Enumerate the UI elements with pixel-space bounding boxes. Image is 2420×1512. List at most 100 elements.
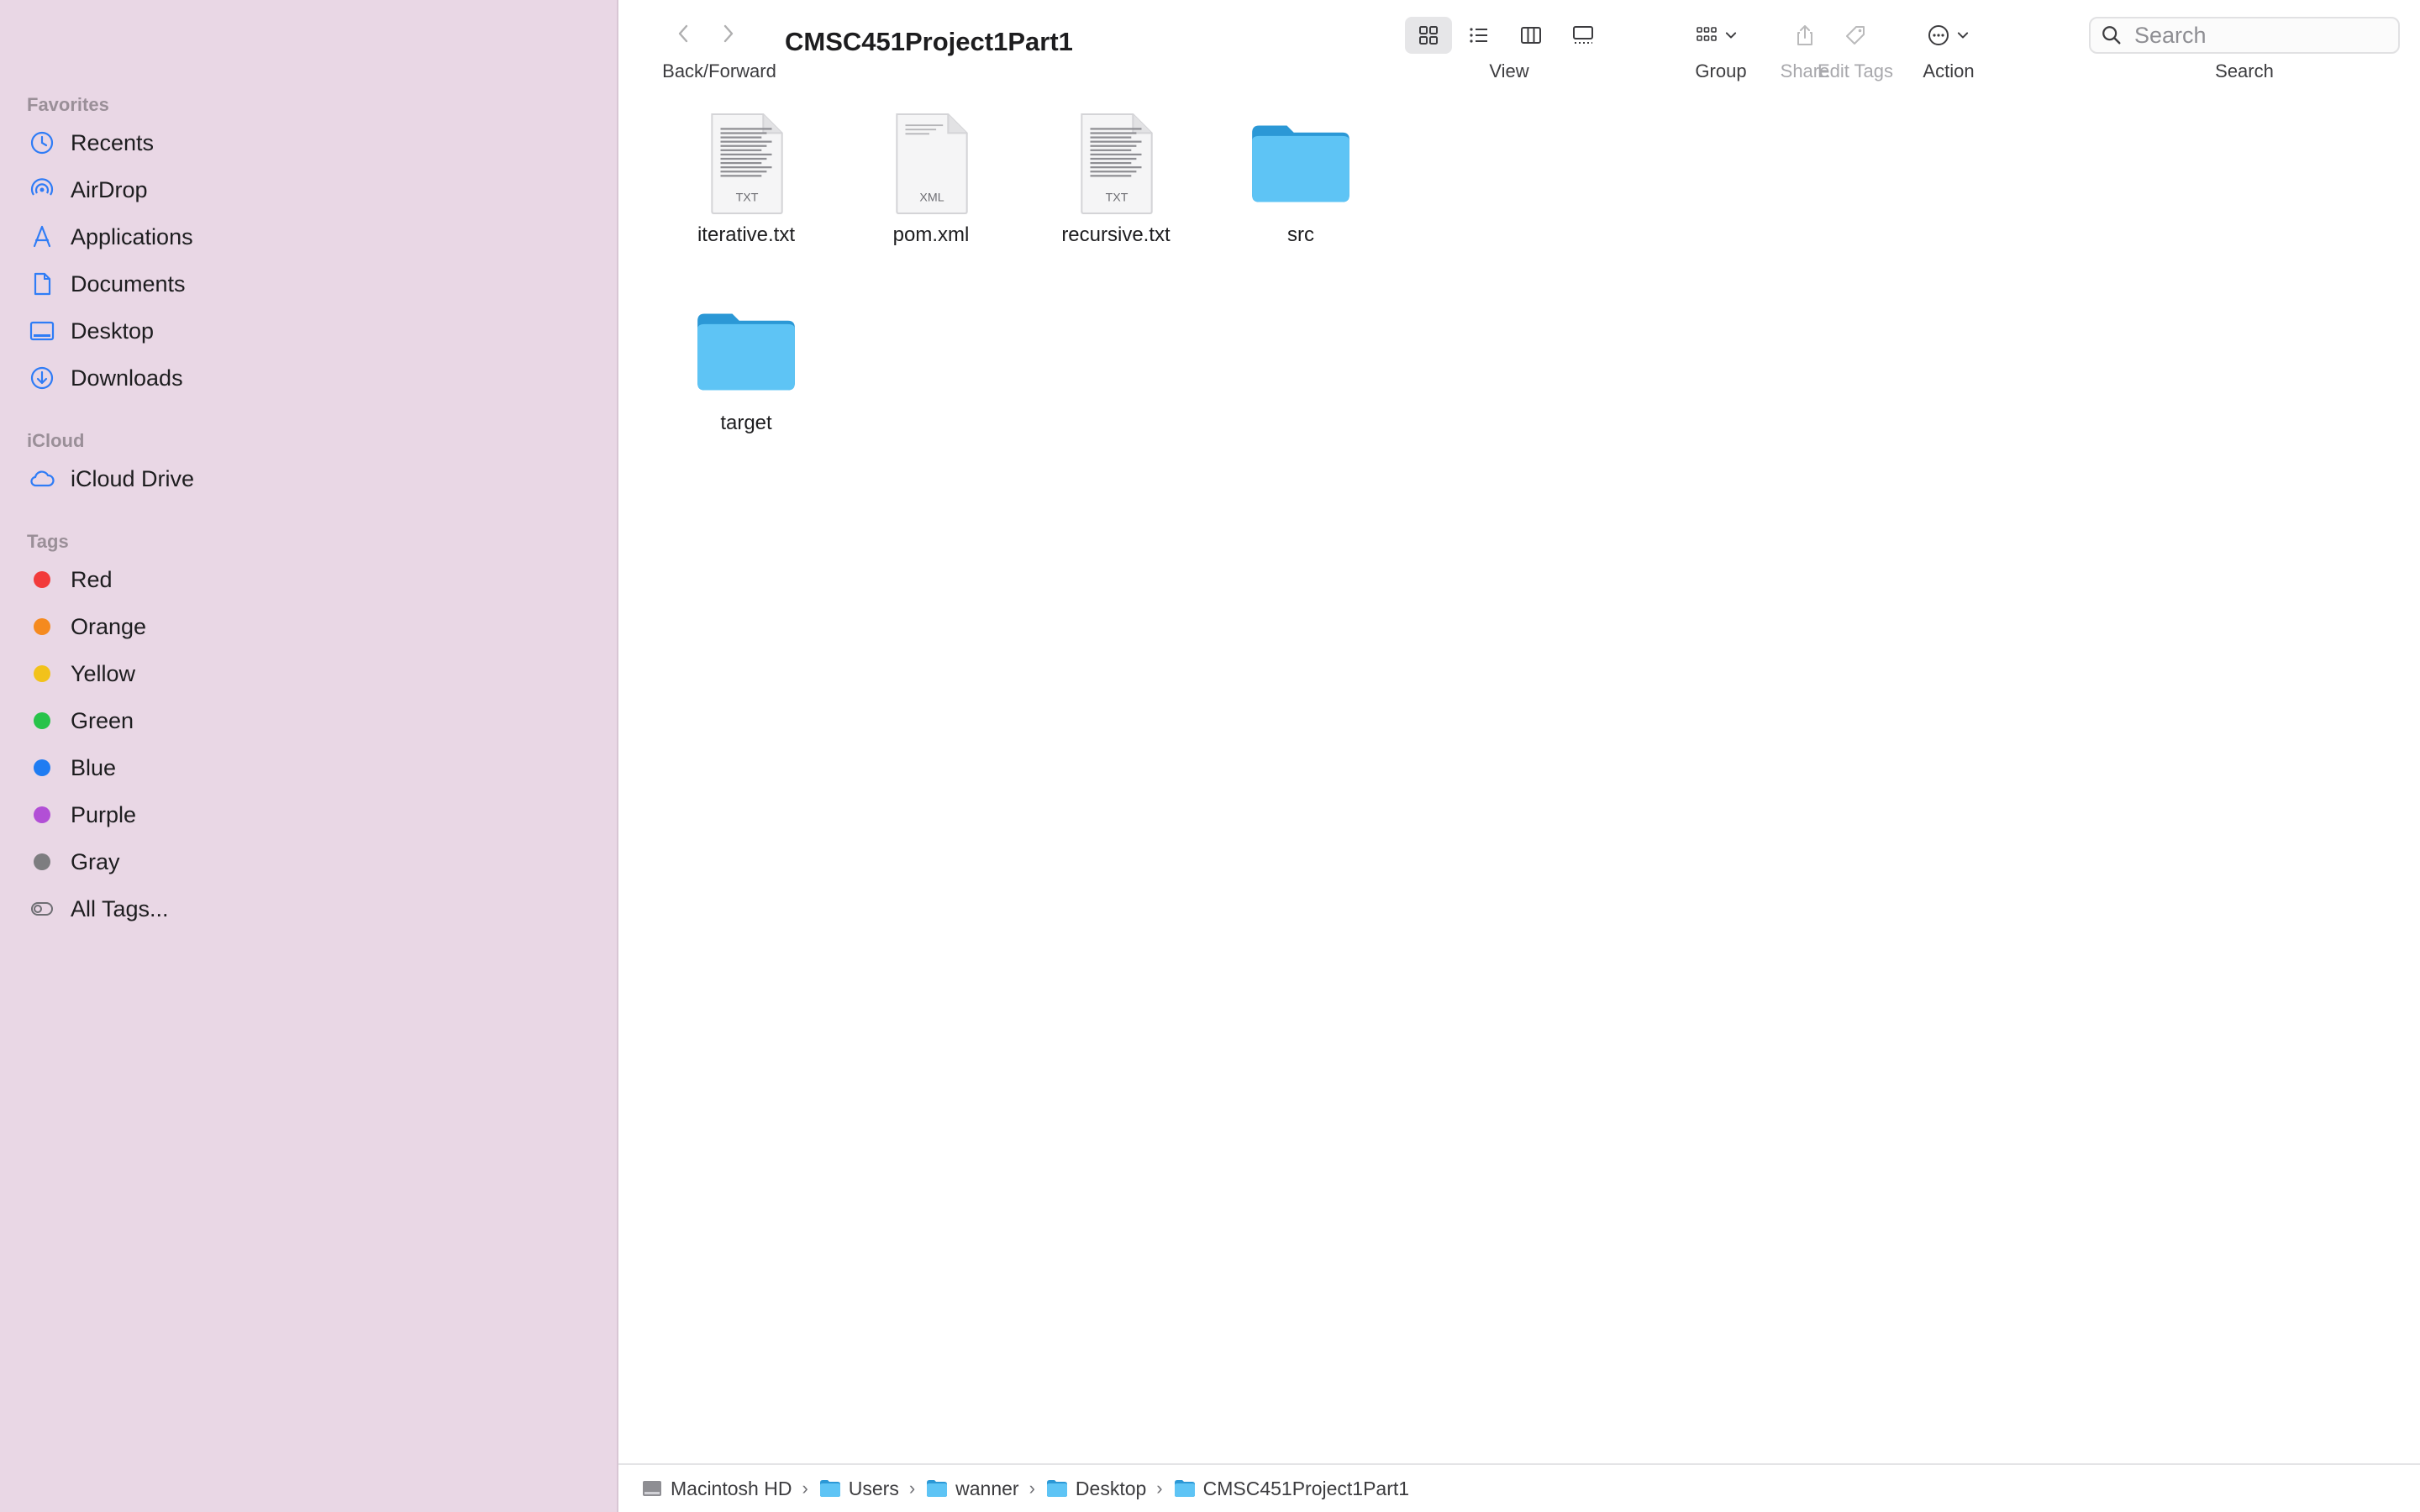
group-button[interactable]	[1686, 17, 1748, 54]
txt-file-icon: TXT	[1081, 113, 1153, 214]
search-input[interactable]	[2133, 21, 2388, 50]
sidebar-item-label: Gray	[71, 848, 120, 874]
red-tag-dot-icon	[34, 571, 50, 588]
file-item[interactable]: XML pom.xml	[839, 109, 1023, 247]
file-icon-wrap	[654, 297, 839, 407]
action-button[interactable]	[1919, 17, 1978, 54]
document-icon	[27, 269, 57, 299]
sidebar-item-label: Downloads	[71, 365, 183, 391]
folder-icon	[1252, 125, 1349, 202]
orange-tag-dot-icon	[34, 618, 50, 635]
blue-tag-dot-icon	[34, 759, 50, 776]
back-forward-label: Back/Forward	[662, 60, 776, 81]
breadcrumb-item[interactable]: Desktop	[1045, 1478, 1146, 1500]
sidebar-tag-red[interactable]: Red	[27, 559, 598, 600]
sidebar-item-icloud-drive[interactable]: iCloud Drive	[27, 459, 598, 499]
back-button[interactable]	[667, 18, 701, 49]
file-name: pom.xml	[892, 223, 970, 246]
file-icon-wrap: TXT	[654, 109, 839, 218]
breadcrumb-item[interactable]: Macintosh HD	[640, 1478, 792, 1500]
breadcrumb-item[interactable]: Users	[818, 1478, 899, 1500]
folder-item[interactable]: src	[1208, 109, 1393, 247]
file-icon-wrap: TXT	[1023, 109, 1208, 218]
sidebar-item-label: Purple	[71, 801, 137, 827]
desktop-icon	[27, 316, 57, 346]
sidebar-item-applications[interactable]: Applications	[27, 217, 598, 257]
search-field[interactable]	[2089, 17, 2400, 54]
folder-item[interactable]: target	[654, 297, 839, 435]
breadcrumb-separator-icon: ›	[1028, 1478, 1035, 1499]
sidebar-item-label: Recents	[71, 129, 155, 155]
path-bar: Macintosh HD › Users › wanner › Desktop › CMSC45…	[618, 1463, 2420, 1512]
sidebar-item-label: AirDrop	[71, 176, 148, 202]
breadcrumb-separator-icon: ›	[802, 1478, 808, 1499]
purple-tag-dot-icon	[34, 806, 50, 823]
breadcrumb-separator-icon: ›	[908, 1478, 916, 1499]
sidebar-item-label: Applications	[71, 223, 193, 249]
icon-view-button[interactable]	[1405, 17, 1452, 54]
folder-icon	[927, 1480, 948, 1497]
toolbar: Back/Forward CMSC451Project1Part1 View G…	[618, 0, 2420, 91]
forward-button[interactable]	[711, 18, 744, 49]
tag-icon	[1846, 26, 1865, 45]
sidebar-item-label: Red	[71, 566, 113, 592]
hard-drive-icon	[643, 1481, 661, 1496]
grid-view-icon	[1419, 26, 1438, 45]
gallery-view-icon	[1573, 26, 1593, 44]
breadcrumb-item[interactable]: CMSC451Project1Part1	[1173, 1478, 1409, 1500]
sidebar-tag-orange[interactable]: Orange	[27, 606, 598, 647]
breadcrumb-label: CMSC451Project1Part1	[1202, 1477, 1410, 1499]
sidebar: Favorites Recents AirDrop Applications D…	[0, 0, 618, 1512]
clock-icon	[27, 128, 57, 158]
sidebar-item-downloads[interactable]: Downloads	[27, 358, 598, 398]
folder-icon	[819, 1480, 840, 1497]
file-name: src	[1287, 223, 1314, 246]
list-view-button[interactable]	[1455, 17, 1502, 54]
sidebar-item-documents[interactable]: Documents	[27, 264, 598, 304]
sidebar-item-airdrop[interactable]: AirDrop	[27, 170, 598, 210]
breadcrumb-label: wanner	[955, 1477, 1019, 1499]
breadcrumb-label: Macintosh HD	[671, 1477, 792, 1499]
file-type-badge: XML	[919, 192, 944, 205]
share-icon	[1797, 25, 1812, 45]
cloud-icon	[27, 464, 57, 494]
airdrop-icon	[27, 175, 57, 205]
green-tag-dot-icon	[34, 712, 50, 729]
sidebar-tag-blue[interactable]: Blue	[27, 748, 598, 788]
sidebar-all-tags[interactable]: All Tags...	[27, 889, 598, 929]
sidebar-tag-green[interactable]: Green	[27, 701, 598, 741]
sidebar-item-label: Desktop	[71, 318, 155, 344]
sidebar-item-label: Orange	[71, 613, 147, 639]
file-name: recursive.txt	[1061, 223, 1171, 246]
breadcrumb-label: Desktop	[1075, 1477, 1147, 1499]
column-view-icon	[1521, 27, 1541, 44]
file-name: target	[720, 412, 772, 434]
sidebar-tag-yellow[interactable]: Yellow	[27, 654, 598, 694]
txt-file-icon: TXT	[711, 113, 783, 214]
folder-icon	[1046, 1480, 1067, 1497]
applications-icon	[27, 222, 57, 252]
sidebar-item-recents[interactable]: Recents	[27, 123, 598, 163]
sidebar-tag-purple[interactable]: Purple	[27, 795, 598, 835]
gallery-view-button[interactable]	[1560, 17, 1607, 54]
sidebar-tag-gray[interactable]: Gray	[27, 842, 598, 882]
sidebar-item-desktop[interactable]: Desktop	[27, 311, 598, 351]
edit-tags-button[interactable]	[1837, 17, 1874, 54]
search-icon	[2102, 26, 2121, 45]
file-icon-wrap: XML	[839, 109, 1023, 218]
action-label: Action	[1923, 60, 1975, 81]
icloud-heading: iCloud	[27, 430, 85, 451]
file-icon-wrap	[1208, 109, 1393, 218]
ellipsis-circle-icon	[1928, 25, 1949, 45]
column-view-button[interactable]	[1507, 17, 1555, 54]
all-tags-icon	[27, 894, 57, 924]
share-button[interactable]	[1786, 17, 1823, 54]
chevron-down-icon	[1725, 32, 1737, 39]
breadcrumb-item[interactable]: wanner	[925, 1477, 1019, 1500]
xml-file-icon: XML	[896, 113, 968, 214]
sidebar-item-label: All Tags...	[71, 895, 169, 921]
sidebar-item-label: Documents	[71, 270, 186, 297]
file-item[interactable]: TXT recursive.txt	[1023, 109, 1208, 247]
file-type-badge: TXT	[1106, 192, 1128, 205]
file-item[interactable]: TXT iterative.txt	[654, 109, 839, 247]
